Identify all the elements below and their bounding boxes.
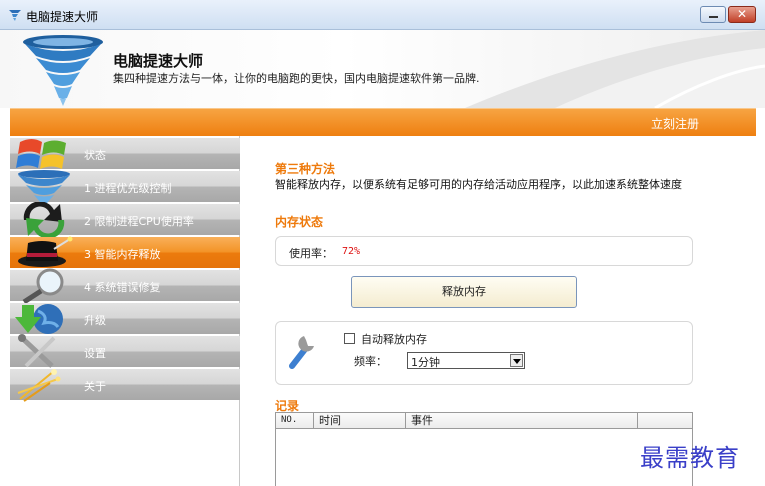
download-globe-icon: [15, 304, 63, 334]
brand-subtitle: 集四种提速方法与一体，让你的电脑跑的更快，国内电脑提速软件第一品牌.: [113, 72, 480, 85]
close-icon: ✕: [736, 7, 748, 21]
sparkle-icon: [17, 369, 61, 402]
sidebar-item-error-repair[interactable]: 4 系统错误修复: [10, 268, 240, 304]
sidebar-item-label: 3 智能内存释放: [84, 248, 161, 261]
frequency-select[interactable]: 1分钟: [407, 352, 525, 369]
sidebar-item-label: 状态: [84, 149, 106, 162]
sidebar-item-label: 1 进程优先级控制: [84, 182, 172, 195]
sidebar-item-label: 关于: [84, 380, 106, 393]
minimize-button[interactable]: [700, 6, 726, 23]
log-column-no[interactable]: NO.: [276, 413, 314, 429]
log-table: NO. 时间 事件: [275, 412, 693, 486]
windows-logo-icon: [16, 139, 66, 169]
top-action-bar: 立刻注册: [10, 108, 756, 136]
method-description: 智能释放内存，以便系统有足够可用的内存给活动应用程序，以此加速系统整体速度: [275, 178, 682, 191]
sidebar-item-label: 升级: [84, 314, 106, 327]
window-title: 电脑提速大师: [26, 10, 99, 24]
log-column-event[interactable]: 事件: [406, 413, 638, 429]
sidebar-item-process-priority[interactable]: 1 进程优先级控制: [10, 170, 240, 203]
sidebar-item-upgrade[interactable]: 升级: [10, 303, 240, 334]
tools-icon: [18, 334, 56, 368]
sidebar: 状态 1 进程优先级控制 2 限制进程CPU使用率 3 智能内存释放 4 系统错…: [10, 136, 240, 486]
release-memory-button[interactable]: 释放内存: [351, 276, 577, 308]
tornado-logo-icon: [23, 35, 103, 106]
sidebar-item-status[interactable]: 状态: [10, 138, 240, 169]
log-column-time[interactable]: 时间: [314, 413, 406, 429]
auto-release-checkbox[interactable]: [344, 333, 355, 344]
sidebar-item-about[interactable]: 关于: [10, 369, 240, 402]
sidebar-item-label: 4 系统错误修复: [84, 281, 161, 294]
log-table-header: NO. 时间 事件: [276, 413, 692, 429]
sidebar-item-label: 2 限制进程CPU使用率: [84, 215, 194, 228]
memory-usage-panel: 使用率： 72%: [275, 236, 693, 266]
title-bar: 电脑提速大师 ✕: [0, 0, 765, 30]
sidebar-item-cpu-limit[interactable]: 2 限制进程CPU使用率: [10, 202, 240, 238]
usage-value: 72%: [342, 246, 361, 257]
magic-hat-icon: [18, 236, 73, 267]
register-link[interactable]: 立刻注册: [651, 115, 699, 132]
tornado-app-icon: [9, 10, 21, 21]
header-banner: 电脑提速大师 集四种提速方法与一体，让你的电脑跑的更快，国内电脑提速软件第一品牌…: [0, 30, 765, 108]
brand-title: 电脑提速大师: [113, 52, 204, 70]
chevron-down-icon[interactable]: [510, 354, 523, 367]
frequency-label: 频率：: [354, 355, 387, 368]
sidebar-item-smart-memory[interactable]: 3 智能内存释放: [10, 236, 240, 268]
watermark: 最需教育: [640, 444, 740, 472]
usage-label: 使用率：: [289, 247, 333, 260]
refresh-arrows-icon: [23, 202, 65, 238]
sidebar-item-settings[interactable]: 设置: [10, 334, 240, 368]
method-title: 第三种方法: [275, 162, 336, 176]
sidebar-item-label: 设置: [84, 347, 106, 360]
close-button[interactable]: ✕: [728, 6, 756, 23]
frequency-value: 1分钟: [411, 356, 440, 369]
memory-status-title: 内存状态: [275, 215, 324, 229]
wrench-icon: [289, 336, 314, 369]
log-column-extra[interactable]: [638, 413, 693, 429]
magnifier-icon: [22, 268, 64, 304]
auto-release-panel: 自动释放内存 频率： 1分钟: [275, 321, 693, 385]
main-panel: 第三种方法 智能释放内存，以便系统有足够可用的内存给活动应用程序，以此加速系统整…: [240, 136, 756, 486]
tornado-icon: [18, 170, 70, 203]
decorative-swoosh: [465, 30, 765, 108]
auto-release-label: 自动释放内存: [361, 333, 427, 346]
